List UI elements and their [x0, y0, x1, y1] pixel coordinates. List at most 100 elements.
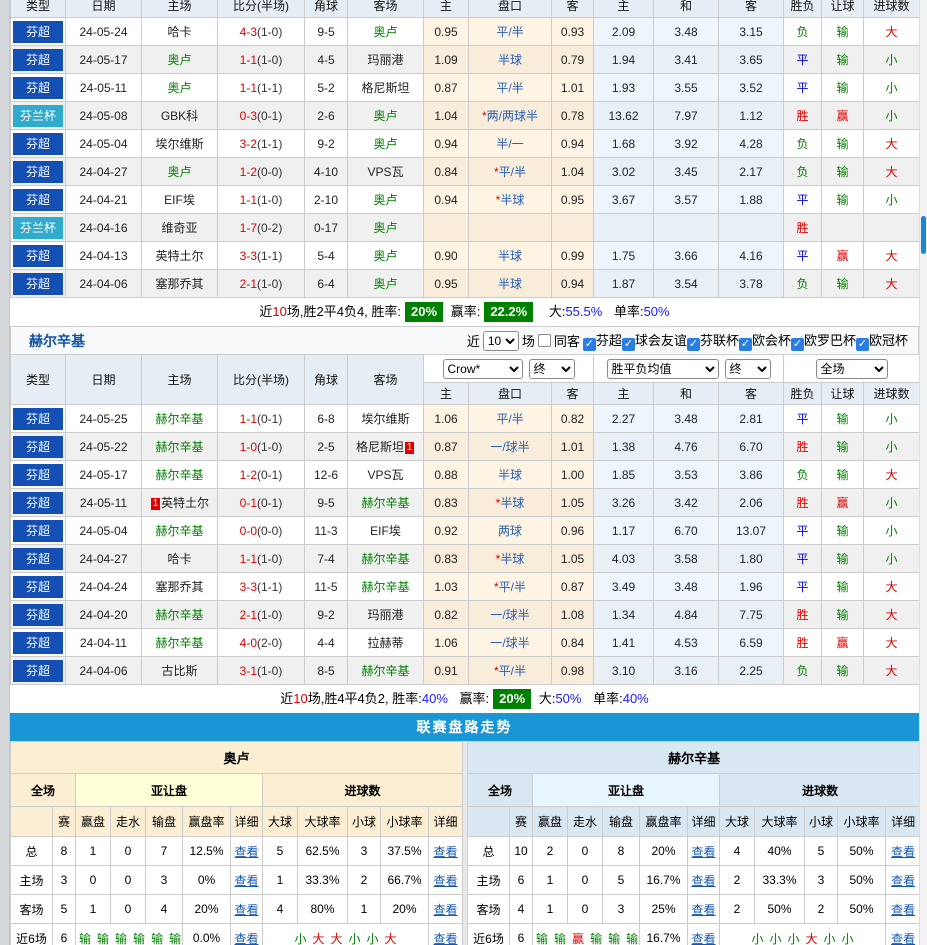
league-cell: 芬超	[11, 433, 66, 461]
view-detail-link[interactable]: 查看	[234, 903, 258, 917]
view-detail-link[interactable]: 查看	[434, 845, 458, 859]
scrollbar-thumb[interactable]	[921, 216, 926, 254]
goals-result: 大	[864, 18, 920, 46]
view-detail-link[interactable]: 查看	[891, 932, 915, 945]
view-detail-link[interactable]: 查看	[434, 874, 458, 888]
score: 3-3(1-1)	[218, 242, 305, 270]
result: 胜	[784, 433, 822, 461]
handicap-line: 平/半	[469, 18, 552, 46]
goals-result: 小	[864, 46, 920, 74]
view-detail-link[interactable]: 查看	[891, 874, 915, 888]
odds-source-select[interactable]: 胜平负均值	[607, 359, 719, 379]
trend-row-label: 客场	[11, 895, 53, 924]
handicap-result: 输	[822, 270, 864, 298]
handicap-away-odds: 1.01	[552, 433, 594, 461]
score: 1-0(1-0)	[218, 433, 305, 461]
oulu-table-clipped-header: 类型 日期 主场 比分(半场) 角球 客场 主 盘口 客 主 和 客 胜负 让球…	[10, 0, 919, 17]
view-detail-link[interactable]: 查看	[434, 932, 458, 945]
odds-away: 1.80	[719, 545, 784, 573]
handicap-home-odds: 1.03	[424, 573, 469, 601]
trend-value-cell: 5	[805, 837, 838, 866]
league-filter-checkbox[interactable]: ✓	[687, 338, 700, 351]
league-filter-checkbox[interactable]: ✓	[856, 338, 869, 351]
league-cell: 芬超	[11, 186, 66, 214]
trend-recent-row: 近6场6输输输输输输0.0%查看小大大小小大查看	[11, 924, 463, 945]
view-detail-link[interactable]: 查看	[692, 932, 716, 945]
same-away-checkbox[interactable]	[538, 334, 551, 347]
league-cell: 芬超	[11, 130, 66, 158]
view-detail-link[interactable]: 查看	[692, 903, 716, 917]
view-detail-link[interactable]: 查看	[234, 932, 258, 945]
view-detail-link[interactable]: 查看	[891, 903, 915, 917]
handicap-home-odds: 0.90	[424, 242, 469, 270]
view-detail-link[interactable]: 查看	[692, 874, 716, 888]
trend-value-cell: 10	[510, 837, 533, 866]
score: 3-1(1-0)	[218, 657, 305, 685]
league-filter-label: 芬超	[596, 333, 622, 348]
match-count-select[interactable]: 10	[483, 331, 519, 351]
league-filter-checkbox[interactable]: ✓	[739, 338, 752, 351]
home-team: 赫尔辛基	[142, 601, 218, 629]
match-row: 芬超24-04-06古比斯3-1(1-0)8-5赫尔辛基0.91*平/半0.98…	[11, 657, 920, 685]
score: 1-1(1-0)	[218, 545, 305, 573]
odds-draw: 4.84	[654, 601, 719, 629]
league-filter-checkbox[interactable]: ✓	[583, 338, 596, 351]
big-rate-label: 大:	[549, 304, 566, 319]
helsinki-trend-table: 赫尔辛基 全场 亚让盘 进球数 赛 赢盘 走水 输盘 赢盘率 详细	[467, 741, 921, 945]
league-badge: 芬超	[13, 660, 63, 682]
scope-select[interactable]: 全场	[816, 359, 888, 379]
trend-value-cell: 12.5%	[183, 837, 231, 866]
handicap-result: 赢	[822, 629, 864, 657]
col-handicap-home: 主	[424, 383, 469, 405]
col-handicap-result: 让球	[822, 0, 864, 17]
bookmaker-select[interactable]: Crow*	[443, 359, 523, 379]
match-row: 芬超24-04-11赫尔辛基4-0(2-0)4-4拉赫蒂1.06一/球半0.84…	[11, 629, 920, 657]
home-team: 赫尔辛基	[142, 461, 218, 489]
helsinki-team-link[interactable]: 赫尔辛基	[29, 331, 85, 351]
result: 负	[784, 158, 822, 186]
trend-value-cell: 3	[603, 895, 640, 924]
trend-value-cell: 0	[111, 837, 146, 866]
match-date: 24-04-24	[66, 573, 142, 601]
trend-seq-item: 输	[554, 932, 566, 945]
odds-time-select[interactable]: 终	[725, 359, 771, 379]
view-detail-link[interactable]: 查看	[891, 845, 915, 859]
view-detail-link[interactable]: 查看	[434, 903, 458, 917]
handicap-result: 输	[822, 46, 864, 74]
score: 2-1(1-0)	[218, 270, 305, 298]
trend-value-cell: 50%	[838, 866, 886, 895]
league-badge: 芬超	[13, 273, 63, 295]
corners: 9-2	[305, 130, 348, 158]
trend-value-cell: 8	[603, 837, 640, 866]
vertical-scrollbar[interactable]	[919, 0, 927, 945]
odds-home: 3.26	[594, 489, 654, 517]
score: 0-0(0-0)	[218, 517, 305, 545]
odds-home: 1.17	[594, 517, 654, 545]
trend-value-cell: 0	[568, 866, 603, 895]
trend-col: 详细	[231, 807, 263, 837]
trend-detail-cell: 查看	[886, 895, 921, 924]
goals-result: 小	[864, 517, 920, 545]
trend-value-cell: 4	[720, 837, 755, 866]
odds-draw	[654, 214, 719, 242]
league-filter-checkbox[interactable]: ✓	[791, 338, 804, 351]
view-detail-link[interactable]: 查看	[234, 874, 258, 888]
odds-away: 1.12	[719, 102, 784, 130]
handicap-time-select[interactable]: 终	[529, 359, 575, 379]
score: 1-1(1-0)	[218, 186, 305, 214]
view-detail-link[interactable]: 查看	[234, 845, 258, 859]
col-type: 类型	[11, 0, 66, 17]
trend-seq-item: 输	[608, 932, 620, 945]
league-badge: 芬超	[13, 161, 63, 183]
trend-scope-header: 全场	[11, 774, 76, 807]
result: 平	[784, 186, 822, 214]
trend-tables: 奥卢 全场 亚让盘 进球数 赛 赢盘 走水 输盘 赢盘率 详细 大球	[10, 741, 919, 945]
odds-draw: 4.53	[654, 629, 719, 657]
league-badge: 芬超	[13, 632, 63, 654]
goals-result: 小	[864, 102, 920, 130]
match-date: 24-05-04	[66, 517, 142, 545]
league-filter-checkbox[interactable]: ✓	[622, 338, 635, 351]
odds-draw: 3.66	[654, 242, 719, 270]
single-rate-label: 单率:	[593, 691, 623, 706]
view-detail-link[interactable]: 查看	[692, 845, 716, 859]
